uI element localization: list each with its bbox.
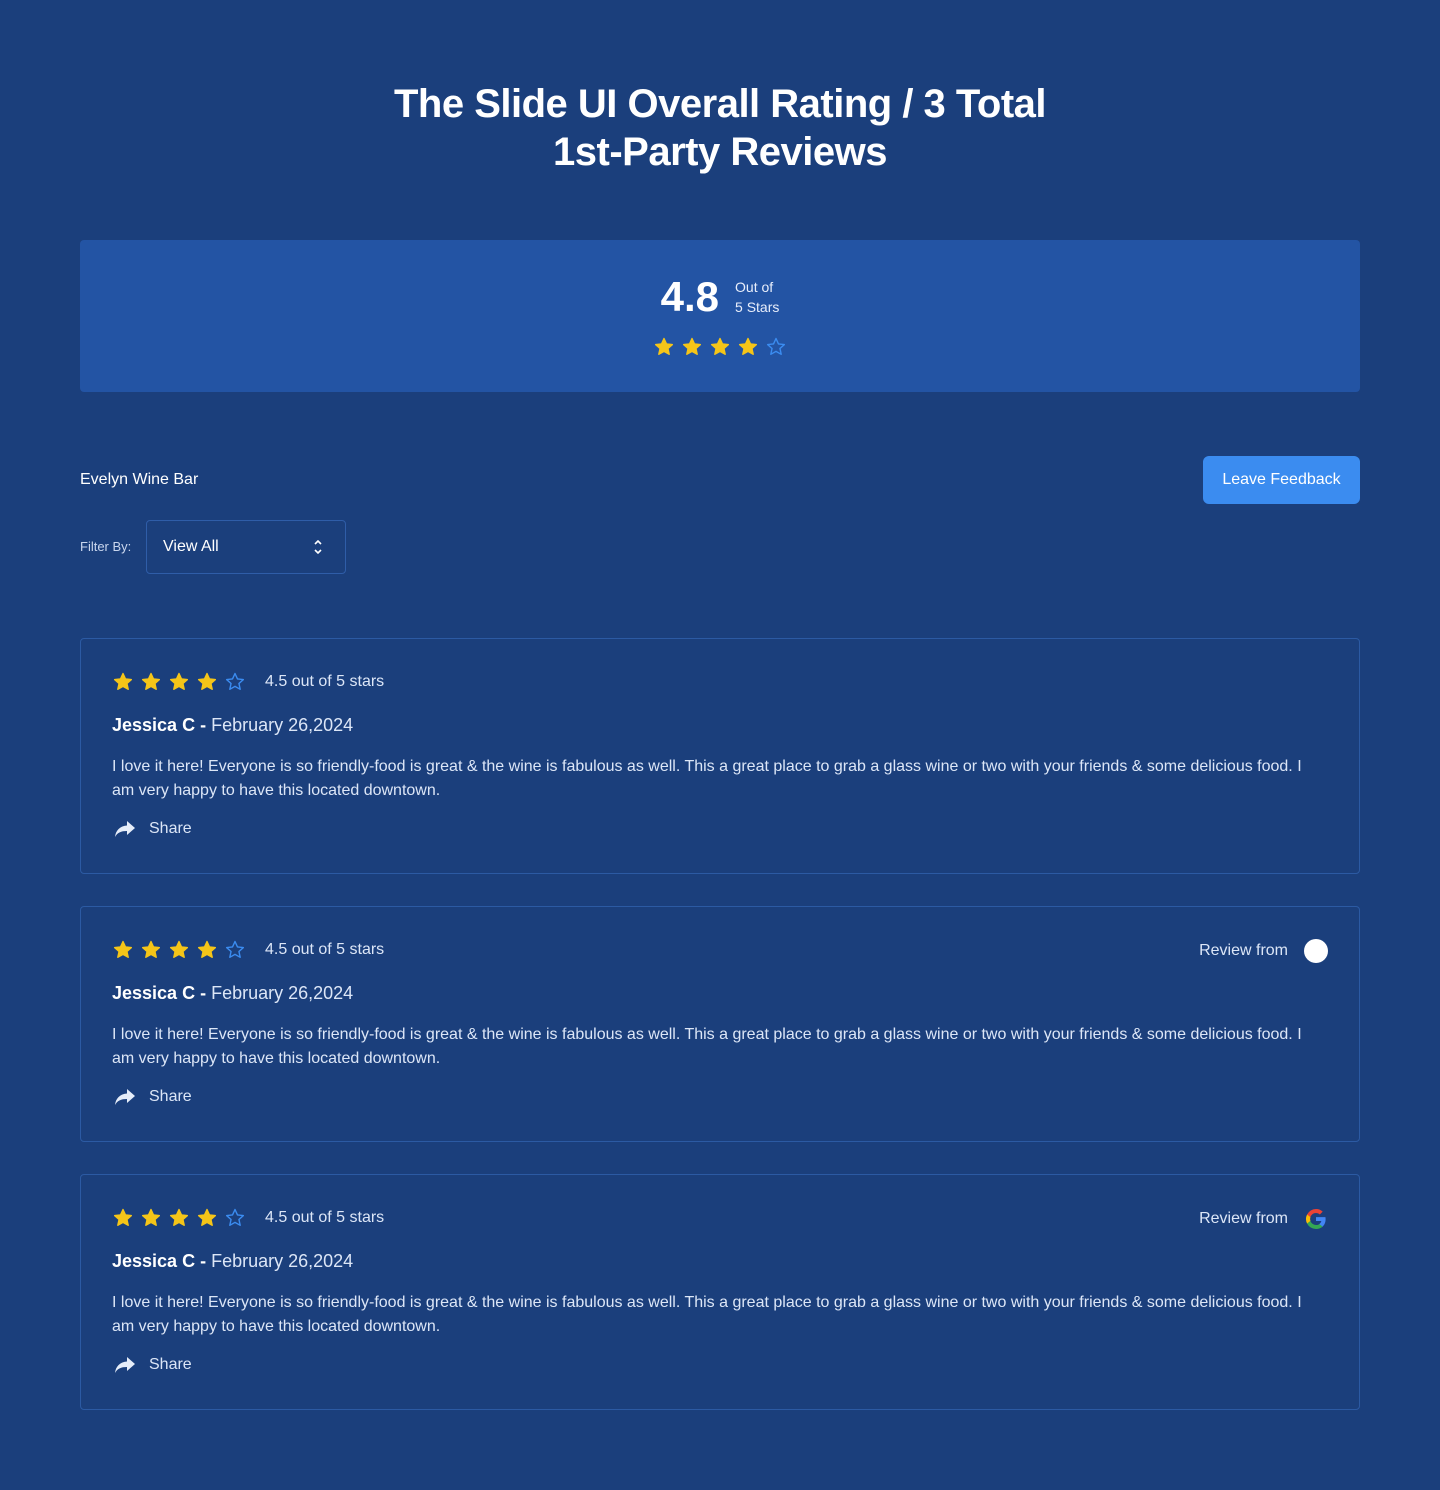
review-separator: - <box>195 715 212 735</box>
google-icon <box>1306 1208 1326 1229</box>
star-filled-icon <box>710 337 730 357</box>
rating-summary-score: 4.8 Out of 5 Stars <box>0 276 1440 318</box>
star-filled-icon <box>197 672 217 692</box>
star-filled-icon <box>197 1208 217 1228</box>
review-author: Jessica C <box>112 1251 196 1271</box>
review-card: 4.5 out of 5 stars Review from Jessica C -… <box>80 906 1360 1142</box>
review-star-rating: 4.5 out of 5 stars <box>113 1208 384 1228</box>
review-body: I love it here! Everyone is so friendly-… <box>112 1294 1302 1335</box>
filter-label: Filter By: <box>80 539 132 554</box>
page-title-line-1: The Slide UI Overall Rating / 3 Total <box>393 82 1047 126</box>
share-button[interactable]: Share <box>113 1087 192 1107</box>
review-card: 4.5 out of 5 stars Review from Jessica C -… <box>80 1174 1360 1410</box>
star-filled-icon <box>682 337 702 357</box>
review-source-label: Review from <box>1199 1210 1288 1227</box>
review-source: Review from <box>1199 1207 1328 1231</box>
review-star-rating: 4.5 out of 5 stars <box>113 940 384 960</box>
filter-select[interactable]: View All <box>146 520 346 574</box>
review-author-line: Jessica C - February 26,2024 <box>112 714 353 736</box>
star-filled-icon <box>113 672 133 692</box>
review-separator: - <box>195 1251 212 1271</box>
select-arrows-icon <box>314 540 322 554</box>
out-of-label: Out of 5 Stars <box>735 277 779 317</box>
star-filled-icon <box>197 940 217 960</box>
review-date: February 26,2024 <box>211 715 354 735</box>
blank-circle-icon <box>1304 939 1328 963</box>
review-source-label: Review from <box>1199 942 1288 959</box>
share-arrow-icon <box>115 821 135 837</box>
star-filled-icon <box>141 940 161 960</box>
review-star-rating: 4.5 out of 5 stars <box>113 672 384 692</box>
star-filled-icon <box>141 1208 161 1228</box>
star-empty-icon <box>225 940 245 960</box>
star-filled-icon <box>169 1208 189 1228</box>
page-title-line-2: 1st-Party Reviews <box>553 130 887 174</box>
out-of-line-2: 5 Stars <box>735 299 780 315</box>
share-arrow-icon <box>115 1357 135 1373</box>
review-author-line: Jessica C - February 26,2024 <box>112 982 353 1004</box>
review-author: Jessica C <box>112 715 196 735</box>
star-empty-icon <box>225 672 245 692</box>
review-rating-text: 4.5 out of 5 stars <box>265 941 385 958</box>
review-author: Jessica C <box>112 983 196 1003</box>
review-date: February 26,2024 <box>211 983 354 1003</box>
share-button[interactable]: Share <box>113 1355 192 1375</box>
share-arrow-icon <box>115 1089 135 1105</box>
star-filled-icon <box>738 337 758 357</box>
star-filled-icon <box>113 940 133 960</box>
star-filled-icon <box>169 672 189 692</box>
review-body: I love it here! Everyone is so friendly-… <box>112 1026 1302 1067</box>
summary-star-rating <box>0 337 1440 357</box>
review-rating-text: 4.5 out of 5 stars <box>265 1209 385 1226</box>
review-rating-text: 4.5 out of 5 stars <box>265 673 385 690</box>
star-filled-icon <box>654 337 674 357</box>
star-filled-icon <box>141 672 161 692</box>
review-body: I love it here! Everyone is so friendly-… <box>112 758 1302 799</box>
filter-selected-value: View All <box>163 538 219 555</box>
share-button[interactable]: Share <box>113 819 192 839</box>
review-card: 4.5 out of 5 stars Jessica C - February 2… <box>80 638 1360 874</box>
out-of-line-1: Out of <box>735 279 774 295</box>
share-label: Share <box>149 1088 192 1105</box>
review-date: February 26,2024 <box>211 1251 354 1271</box>
share-label: Share <box>149 820 192 837</box>
star-empty-icon <box>225 1208 245 1228</box>
overall-score: 4.8 <box>660 273 720 320</box>
business-name: Evelyn Wine Bar <box>80 471 199 488</box>
star-filled-icon <box>113 1208 133 1228</box>
star-filled-icon <box>169 940 189 960</box>
share-label: Share <box>149 1356 192 1373</box>
leave-feedback-button[interactable]: Leave Feedback <box>1203 456 1360 504</box>
star-empty-icon <box>766 337 786 357</box>
review-separator: - <box>195 983 212 1003</box>
page-title: The Slide UI Overall Rating / 3 Total 1s… <box>0 80 1440 176</box>
review-author-line: Jessica C - February 26,2024 <box>112 1250 353 1272</box>
review-source: Review from <box>1199 939 1328 963</box>
